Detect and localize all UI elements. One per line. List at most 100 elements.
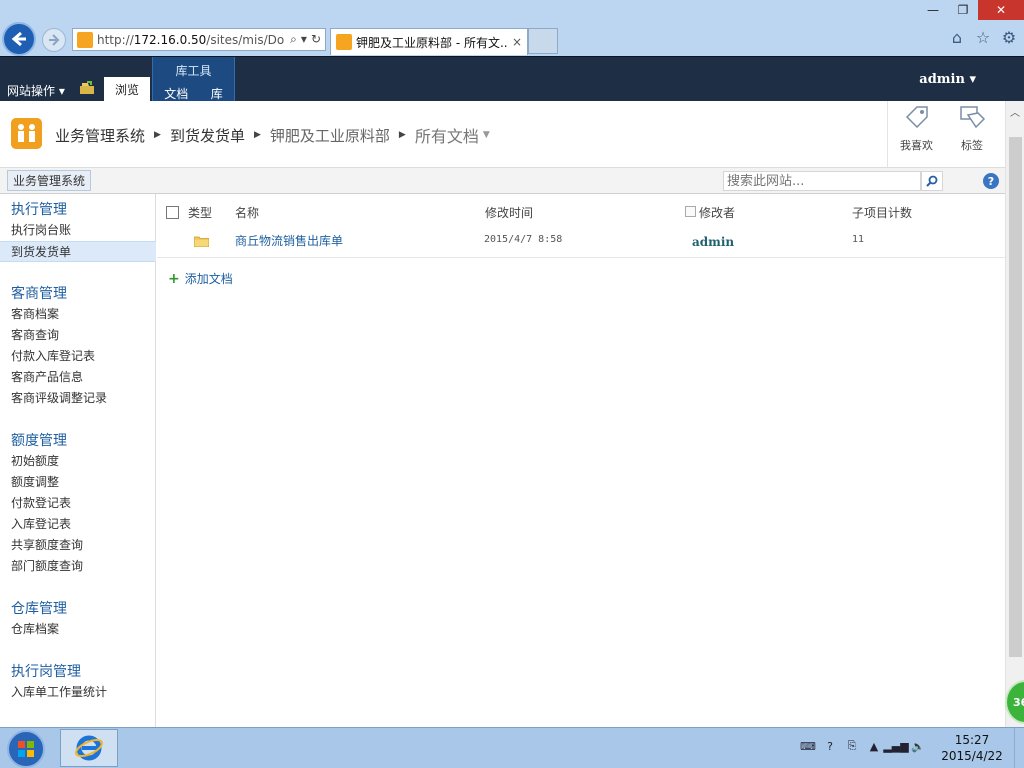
ql-item[interactable]: 客商评级调整记录 — [0, 388, 156, 409]
search-icon[interactable]: ⌕ — [290, 32, 297, 47]
list-header: 类型 名称 修改时间 修改者 子项目计数 — [157, 202, 1005, 222]
col-modified[interactable]: 修改时间 — [485, 204, 533, 221]
col-type[interactable]: 类型 — [188, 204, 212, 221]
network-adapter-icon[interactable]: ⎘ — [844, 738, 860, 754]
scroll-up-icon[interactable]: ︿ — [1006, 101, 1024, 121]
library-tools-group: 库工具 文档 库 — [152, 57, 235, 102]
vertical-scrollbar[interactable]: ︿ — [1005, 101, 1024, 727]
search-button[interactable] — [921, 171, 943, 191]
tab-documents[interactable]: 文档 — [164, 85, 188, 102]
minimize-button[interactable]: — — [918, 0, 948, 20]
signal-icon[interactable]: ▂▄▆ — [883, 738, 908, 754]
navigate-up-icon[interactable] — [79, 81, 95, 95]
close-window-button[interactable]: ✕ — [978, 0, 1024, 20]
ql-item-selected[interactable]: 到货发货单 — [0, 241, 156, 262]
tab-close-icon[interactable]: × — [512, 35, 522, 49]
browser-chrome: — ❐ ✕ http://172.16.0.50/sites/mis/Do ⌕ … — [0, 0, 1024, 56]
top-navigation: 业务管理系统 ? — [0, 167, 1005, 194]
ql-heading[interactable]: 仓库管理 — [0, 599, 156, 619]
settings-gear-icon[interactable]: ⚙ — [1000, 28, 1018, 47]
site-logo-icon[interactable] — [11, 118, 42, 149]
site-favicon-icon — [77, 31, 93, 48]
ql-item[interactable]: 客商查询 — [0, 325, 156, 346]
favorites-star-icon[interactable]: ☆ — [974, 28, 992, 47]
site-actions-menu[interactable]: 网站操作 ▾ — [7, 82, 65, 99]
plus-icon: + — [168, 270, 180, 287]
window-controls: — ❐ ✕ — [918, 0, 1024, 20]
scroll-thumb[interactable] — [1009, 137, 1022, 657]
start-button[interactable] — [7, 730, 45, 768]
dropdown-icon[interactable]: ▾ — [301, 32, 307, 47]
tags-notes-icon — [960, 106, 986, 129]
tags-notes-button[interactable]: 标签 — [943, 101, 1001, 167]
ql-item[interactable]: 付款登记表 — [0, 493, 156, 514]
breadcrumb-view[interactable]: 所有文档 — [415, 123, 479, 147]
col-modified-by[interactable]: 修改者 — [699, 204, 735, 221]
col-child-count[interactable]: 子项目计数 — [852, 204, 912, 221]
taskbar-ie-button[interactable] — [60, 729, 118, 767]
like-label: 我喜欢 — [900, 139, 933, 152]
ql-item[interactable]: 部门额度查询 — [0, 556, 156, 577]
select-all-checkbox[interactable] — [166, 206, 179, 219]
table-row[interactable]: 商丘物流销售出库单 2015/4/7 8:58 admin 11 — [157, 228, 1005, 258]
help-icon[interactable]: ? — [983, 173, 999, 189]
breadcrumb-list[interactable]: 到货发货单 — [170, 125, 245, 146]
ql-section-warehouse: 仓库管理 仓库档案 — [0, 599, 156, 640]
back-arrow-icon — [11, 31, 26, 47]
library-tools-title: 库工具 — [175, 64, 212, 78]
tab-browse[interactable]: 浏览 — [104, 77, 150, 102]
ql-heading[interactable]: 额度管理 — [0, 431, 156, 451]
ql-heading[interactable]: 客商管理 — [0, 284, 156, 304]
search-input[interactable] — [723, 171, 921, 191]
add-document-link[interactable]: + 添加文档 — [168, 270, 233, 287]
restore-button[interactable]: ❐ — [948, 0, 978, 20]
help-tray-icon[interactable]: ? — [822, 738, 838, 754]
browser-tab[interactable]: 钾肥及工业原料部 - 所有文... × — [330, 28, 528, 55]
ql-item[interactable]: 额度调整 — [0, 472, 156, 493]
refresh-icon[interactable]: ↻ — [311, 32, 321, 47]
col-name[interactable]: 名称 — [235, 204, 259, 221]
user-menu[interactable]: admin ▾ — [919, 72, 976, 87]
ql-item[interactable]: 客商产品信息 — [0, 367, 156, 388]
home-icon[interactable]: ⌂ — [948, 28, 966, 47]
topnav-home[interactable]: 业务管理系统 — [7, 170, 92, 191]
clock-time: 15:27 — [954, 733, 990, 747]
new-tab-button[interactable] — [528, 28, 558, 54]
ql-section-execution: 执行管理 执行岗台账 到货发货单 — [0, 200, 156, 262]
breadcrumb-site[interactable]: 业务管理系统 — [55, 125, 145, 146]
ql-heading[interactable]: 执行管理 — [0, 200, 156, 220]
tags-label: 标签 — [961, 139, 983, 152]
magnifier-icon — [926, 175, 938, 187]
ql-item[interactable]: 客商档案 — [0, 304, 156, 325]
back-button[interactable] — [2, 22, 36, 56]
clock-date: 2015/4/22 — [941, 749, 1003, 763]
row-name-link[interactable]: 商丘物流销售出库单 — [235, 232, 343, 249]
view-dropdown-icon[interactable]: ▼ — [483, 130, 490, 140]
breadcrumb-separator-icon: ▶ — [253, 130, 261, 140]
ql-item[interactable]: 入库单工作量统计 — [0, 682, 156, 703]
ql-item[interactable]: 仓库档案 — [0, 619, 156, 640]
breadcrumb-folder[interactable]: 钾肥及工业原料部 — [270, 125, 390, 146]
row-modified-by[interactable]: admin — [692, 235, 734, 249]
clock[interactable]: 15:27 2015/4/22 — [940, 732, 1004, 764]
volume-icon[interactable]: 🔈 — [910, 738, 926, 754]
ql-item[interactable]: 执行岗台账 — [0, 220, 156, 241]
address-url: http://172.16.0.50/sites/mis/Do — [97, 32, 285, 47]
breadcrumb-separator-icon: ▶ — [154, 130, 161, 140]
ql-item[interactable]: 初始额度 — [0, 451, 156, 472]
keyboard-icon[interactable]: ⌨ — [800, 738, 816, 754]
col-modified-by-checkbox[interactable] — [685, 206, 696, 217]
address-bar[interactable]: http://172.16.0.50/sites/mis/Do ⌕ ▾ ↻ — [72, 28, 326, 51]
ql-item[interactable]: 入库登记表 — [0, 514, 156, 535]
internet-explorer-icon — [75, 735, 103, 761]
show-desktop-button[interactable] — [1014, 728, 1024, 768]
tab-favicon-icon — [336, 34, 352, 50]
ql-item[interactable]: 共享额度查询 — [0, 535, 156, 556]
forward-arrow-icon — [49, 34, 60, 46]
show-hidden-icons-icon[interactable]: ▲ — [866, 738, 882, 754]
ql-heading[interactable]: 执行岗管理 — [0, 662, 156, 682]
ql-item[interactable]: 付款入库登记表 — [0, 346, 156, 367]
i-like-it-button[interactable]: 我喜欢 — [887, 101, 945, 167]
forward-button[interactable] — [42, 28, 66, 52]
tab-library[interactable]: 库 — [211, 85, 223, 102]
